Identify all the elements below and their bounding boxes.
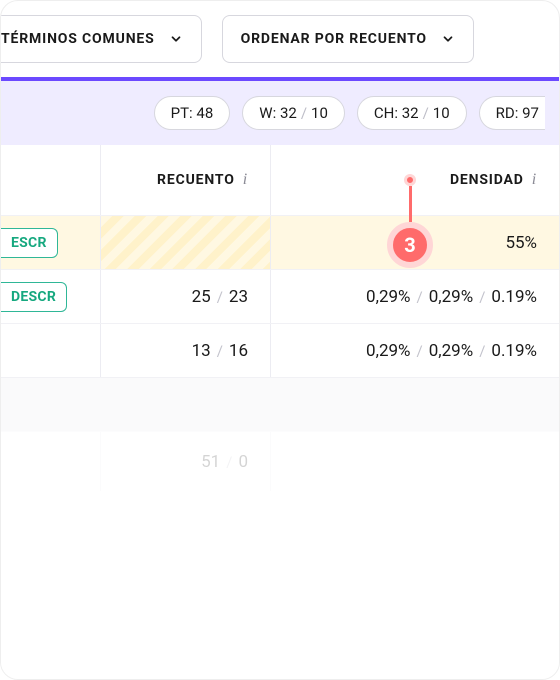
table-row: 13/16 0,29%/0,29%/0.19% (1, 323, 559, 377)
table-header: RECUENTO i DENSIDAD i (1, 145, 559, 215)
chip-ch[interactable]: CH: 32/10 (357, 96, 467, 130)
density-c: 0.19% (491, 341, 537, 361)
slash-icon: / (473, 342, 491, 360)
chip-w-label: W (259, 104, 272, 122)
count-b: 0 (238, 452, 248, 472)
count-a: 25 (192, 287, 211, 307)
chip-rd[interactable]: RD: 97 (479, 96, 545, 130)
stats-chips-row: PT: 48 W: 32/10 CH: 32/10 RD: 97 (1, 81, 559, 145)
slash-icon: / (211, 288, 229, 306)
filter-bar: TÉRMINOS COMUNES ORDENAR POR RECUENTO (1, 1, 559, 77)
chip-w-b: 10 (311, 104, 328, 122)
table-row: ESCR 55% (1, 215, 559, 269)
filter-terms-dropdown[interactable]: TÉRMINOS COMUNES (1, 15, 202, 63)
chip-w[interactable]: W: 32/10 (242, 96, 345, 130)
spacer-row (1, 377, 559, 431)
cell-badge (1, 324, 101, 377)
col-empty (1, 145, 101, 215)
chip-pt[interactable]: PT: 48 (154, 96, 231, 130)
results-table: RECUENTO i DENSIDAD i ESCR 55% DESCR (1, 145, 559, 491)
density-a: 0,29% (366, 341, 410, 361)
count-b: 23 (229, 287, 248, 307)
info-icon[interactable]: i (532, 171, 537, 189)
chip-ch-label: CH (374, 104, 394, 122)
col-densidad[interactable]: DENSIDAD i (271, 145, 559, 215)
descr-badge[interactable]: DESCR (1, 282, 67, 312)
slash-icon: / (411, 288, 429, 306)
chip-rd-value: 97 (522, 104, 539, 122)
cell-density (271, 432, 559, 491)
density-b: 0,29% (429, 287, 473, 307)
filter-terms-label: TÉRMINOS COMUNES (1, 31, 155, 47)
chip-pt-value: 48 (196, 104, 213, 122)
slash-icon: / (211, 342, 229, 360)
cell-count: 51/0 (101, 432, 271, 491)
cell-count: 13/16 (101, 324, 271, 377)
cell-badge (1, 432, 101, 491)
chip-ch-a: 32 (402, 104, 419, 122)
table-row: DESCR 25/23 0,29%/0,29%/0.19% (1, 269, 559, 323)
chevron-down-icon (169, 32, 183, 46)
slash-icon: / (411, 342, 429, 360)
count-a: 13 (192, 341, 211, 361)
cell-density: 55% (271, 216, 559, 269)
slash-icon: / (220, 453, 238, 471)
chip-ch-b: 10 (433, 104, 450, 122)
sort-label: ORDENAR POR RECUENTO (241, 31, 427, 47)
chip-rd-label: RD (496, 104, 515, 122)
cell-density: 0,29%/0,29%/0.19% (271, 270, 559, 323)
cell-count (101, 216, 271, 269)
cell-badge: DESCR (1, 270, 101, 323)
col-recuento[interactable]: RECUENTO i (101, 145, 271, 215)
cell-badge: ESCR (1, 216, 101, 269)
descr-badge[interactable]: ESCR (1, 228, 58, 258)
density-c: 0.19% (491, 287, 537, 307)
info-icon[interactable]: i (243, 171, 248, 189)
cell-density: 0,29%/0,29%/0.19% (271, 324, 559, 377)
count-a: 51 (201, 452, 220, 472)
bottom-fade (1, 479, 559, 679)
chip-w-a: 32 (280, 104, 297, 122)
cell-count: 25/23 (101, 270, 271, 323)
density-value: 55% (505, 233, 537, 253)
sort-dropdown[interactable]: ORDENAR POR RECUENTO (222, 15, 474, 63)
chip-pt-label: PT (171, 104, 189, 122)
faded-row: 51/0 (1, 431, 559, 491)
slash-icon: / (297, 104, 311, 122)
col-recuento-label: RECUENTO (157, 172, 235, 188)
chevron-down-icon (441, 32, 455, 46)
col-densidad-label: DENSIDAD (450, 172, 524, 188)
density-b: 0,29% (429, 341, 473, 361)
count-b: 16 (229, 341, 248, 361)
slash-icon: / (419, 104, 433, 122)
slash-icon: / (473, 288, 491, 306)
density-a: 0,29% (366, 287, 410, 307)
